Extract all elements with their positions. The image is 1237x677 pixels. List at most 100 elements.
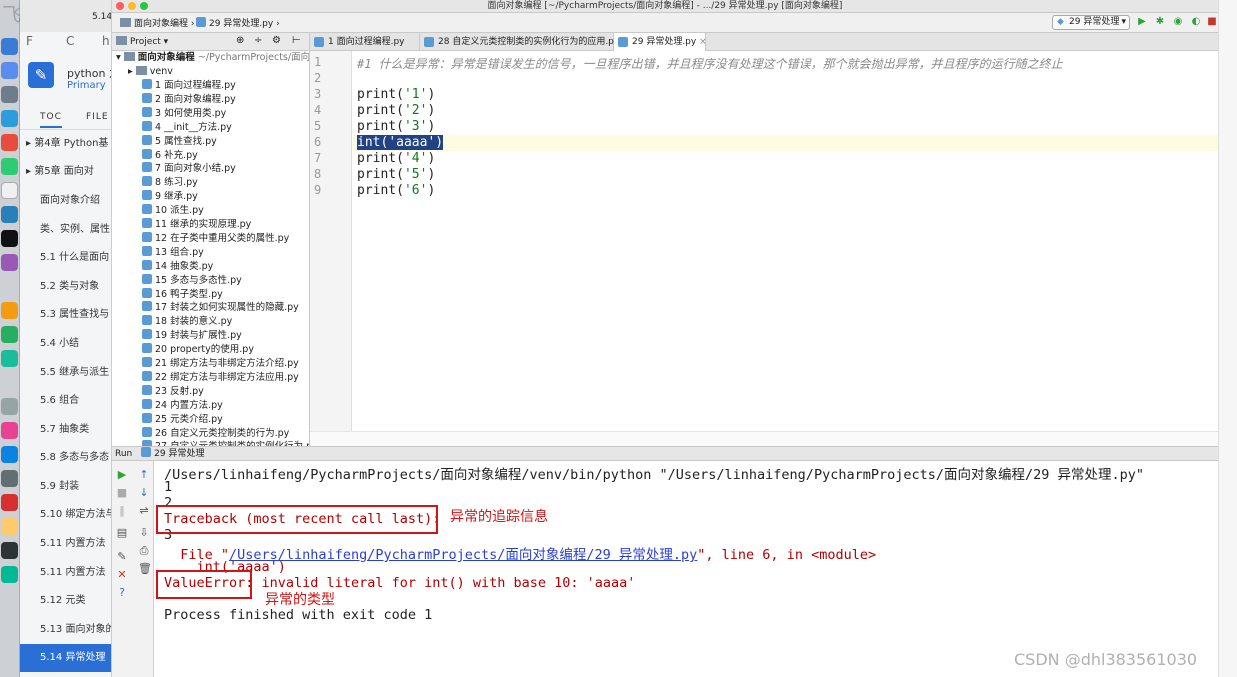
toc-item[interactable]: 5.12 元类: [20, 587, 111, 615]
locate-icon[interactable]: ⊕: [236, 35, 244, 46]
pin-icon[interactable]: ✎: [116, 551, 128, 563]
zoom-window-button[interactable]: [140, 2, 148, 10]
app-icon[interactable]: [1, 494, 18, 511]
gear-icon[interactable]: ⚙: [272, 35, 281, 46]
app-icon[interactable]: [1, 398, 18, 415]
breadcrumb-file[interactable]: 29 异常处理.py ›: [196, 16, 280, 29]
debug-icon[interactable]: ✱: [1154, 16, 1166, 28]
stop-icon[interactable]: ■: [1206, 16, 1218, 28]
toc-item[interactable]: 5.1 什么是面向: [20, 244, 111, 272]
run-icon[interactable]: ▶: [1136, 16, 1148, 28]
toc-item[interactable]: 5.6 组合: [20, 387, 111, 415]
finder-icon[interactable]: [1, 38, 18, 55]
trash-icon[interactable]: 🗑: [138, 563, 152, 575]
editor-scrollbar[interactable]: [310, 431, 1218, 446]
tree-file[interactable]: 19 封装与扩展性.py: [142, 329, 242, 343]
toc-item[interactable]: ▸ 第5章 面向对: [20, 158, 111, 186]
project-view-select[interactable]: Project ▾: [116, 36, 168, 47]
tree-file[interactable]: 3 如何使用类.py: [142, 106, 226, 121]
tree-file[interactable]: 17 封装之如何实现属性的隐藏.py: [142, 301, 299, 315]
traceback-file-link[interactable]: /Users/linhaifeng/PycharmProjects/面向对象编程…: [229, 547, 697, 563]
tree-file[interactable]: 15 多态与多态性.py: [142, 273, 242, 288]
toc-item[interactable]: 5.10 绑定方法与: [20, 501, 111, 529]
tree-file[interactable]: 13 组合.py: [142, 245, 204, 260]
toc-item[interactable]: 5.5 继承与派生: [20, 359, 111, 387]
editor-tab-active[interactable]: 29 异常处理.py ×: [614, 33, 707, 51]
toc-item[interactable]: 5.11 内置方法: [20, 559, 111, 587]
coverage-icon[interactable]: ◉: [1172, 16, 1184, 28]
breadcrumb-project[interactable]: 面向对象编程 ›: [120, 16, 194, 29]
editor-tab[interactable]: 28 自定义元类控制类的实例化行为的应用.py: [420, 33, 619, 51]
app-icon[interactable]: [1, 62, 18, 79]
tree-venv[interactable]: ▸ venv: [128, 65, 173, 79]
tree-file[interactable]: 7 面向对象小结.py: [142, 162, 236, 176]
tree-file[interactable]: 2 面向对象编程.py: [142, 92, 236, 107]
app-icon[interactable]: [1, 566, 18, 583]
toc-item[interactable]: 面向对象介绍: [20, 187, 111, 215]
tree-file[interactable]: 11 继承的实现原理.py: [142, 218, 251, 232]
app-icon[interactable]: [1, 254, 18, 271]
tree-file[interactable]: 26 自定义元类控制类的行为.py: [142, 426, 289, 441]
tree-file[interactable]: 14 抽象类.py: [142, 259, 213, 274]
safari-icon[interactable]: [1, 110, 18, 127]
wechat-icon[interactable]: [1, 350, 18, 367]
app-icon[interactable]: [1, 326, 18, 343]
tab-file[interactable]: FILE: [86, 112, 109, 122]
photos-icon[interactable]: [1, 302, 18, 319]
stop-icon[interactable]: ■: [116, 487, 128, 499]
hide-icon[interactable]: ⊢: [292, 35, 301, 46]
tree-file[interactable]: 4 __init__方法.py: [142, 120, 232, 135]
terminal-icon[interactable]: [1, 542, 18, 559]
tab-toc[interactable]: TOC: [40, 112, 62, 128]
tree-file[interactable]: 18 封装的意义.py: [142, 315, 232, 329]
editor-tab[interactable]: 1 面向过程编程.py: [310, 33, 420, 51]
pause-icon[interactable]: ‖: [116, 505, 128, 517]
close-tab-icon[interactable]: ×: [699, 37, 707, 47]
tree-file[interactable]: 23 反射.py: [142, 384, 204, 399]
tree-file[interactable]: 6 补充.py: [142, 148, 198, 163]
toc-item[interactable]: ▸ 第4章 Python基: [20, 130, 111, 158]
toc-item[interactable]: 5.4 小结: [20, 330, 111, 358]
tree-file[interactable]: 10 派生.py: [142, 204, 204, 218]
run-tab[interactable]: 29 异常处理: [141, 447, 204, 459]
close-window-button[interactable]: [116, 2, 124, 10]
pycharm-icon[interactable]: [1, 230, 18, 247]
music-icon[interactable]: [1, 422, 18, 439]
up-arrow-icon[interactable]: ↑: [138, 469, 150, 481]
tree-file[interactable]: 25 元类介绍.py: [142, 412, 223, 427]
book-card[interactable]: ✎ python 之 Primary: [20, 56, 111, 100]
launchpad-icon[interactable]: [1, 86, 18, 103]
print-icon[interactable]: ⎙: [138, 545, 150, 557]
toc-item[interactable]: 5.11 内置方法: [20, 530, 111, 558]
toc-item[interactable]: 5.9 封装: [20, 473, 111, 501]
app-icon[interactable]: [1, 206, 18, 223]
tree-file[interactable]: 22 绑定方法与非绑定方法应用.py: [142, 370, 299, 385]
run-config-select[interactable]: ◆ 29 异常处理 ▾: [1052, 15, 1130, 30]
app-icon[interactable]: [1, 518, 18, 535]
settings-icon[interactable]: [1, 470, 18, 487]
tree-file[interactable]: 9 继承.py: [142, 190, 198, 204]
app-icon[interactable]: [1, 134, 18, 151]
toc-item[interactable]: 5.13 面向对象的: [20, 616, 111, 644]
page-scrollbar[interactable]: [1218, 0, 1237, 677]
toc-item[interactable]: 5.7 抽象类: [20, 416, 111, 444]
toc-item[interactable]: 5.8 多态与多态: [20, 444, 111, 472]
help-icon[interactable]: ?: [116, 587, 128, 599]
tree-file[interactable]: 1 面向过程编程.py: [142, 79, 236, 93]
minimize-window-button[interactable]: [128, 2, 136, 10]
appstore-icon[interactable]: [1, 446, 18, 463]
tree-file[interactable]: 24 内置方法.py: [142, 398, 223, 413]
toc-item-selected[interactable]: 5.14 异常处理: [20, 644, 111, 672]
toc-item[interactable]: 5.3 属性查找与: [20, 301, 111, 329]
profile-icon[interactable]: ◐: [1190, 16, 1202, 28]
code-editor[interactable]: 1 2 3 4 5 6 7 8 9 #1 什么是异常：异常是错误发生的信号，一旦程序出错，并且程…: [310, 51, 1218, 446]
tree-file[interactable]: 12 在子类中重用父类的属性.py: [142, 231, 289, 246]
rerun-icon[interactable]: ▶: [116, 469, 128, 481]
tree-root[interactable]: ▾ 面向对象编程 ~/PycharmProjects/面向: [116, 51, 309, 65]
app-icon[interactable]: [1, 158, 18, 175]
down-arrow-icon[interactable]: ↓: [138, 487, 150, 499]
tree-file[interactable]: 20 property的使用.py: [142, 343, 254, 357]
tree-file[interactable]: 5 属性查找.py: [142, 134, 217, 149]
calendar-icon[interactable]: [1, 182, 18, 199]
toc-item[interactable]: 5.2 类与对象: [20, 273, 111, 301]
